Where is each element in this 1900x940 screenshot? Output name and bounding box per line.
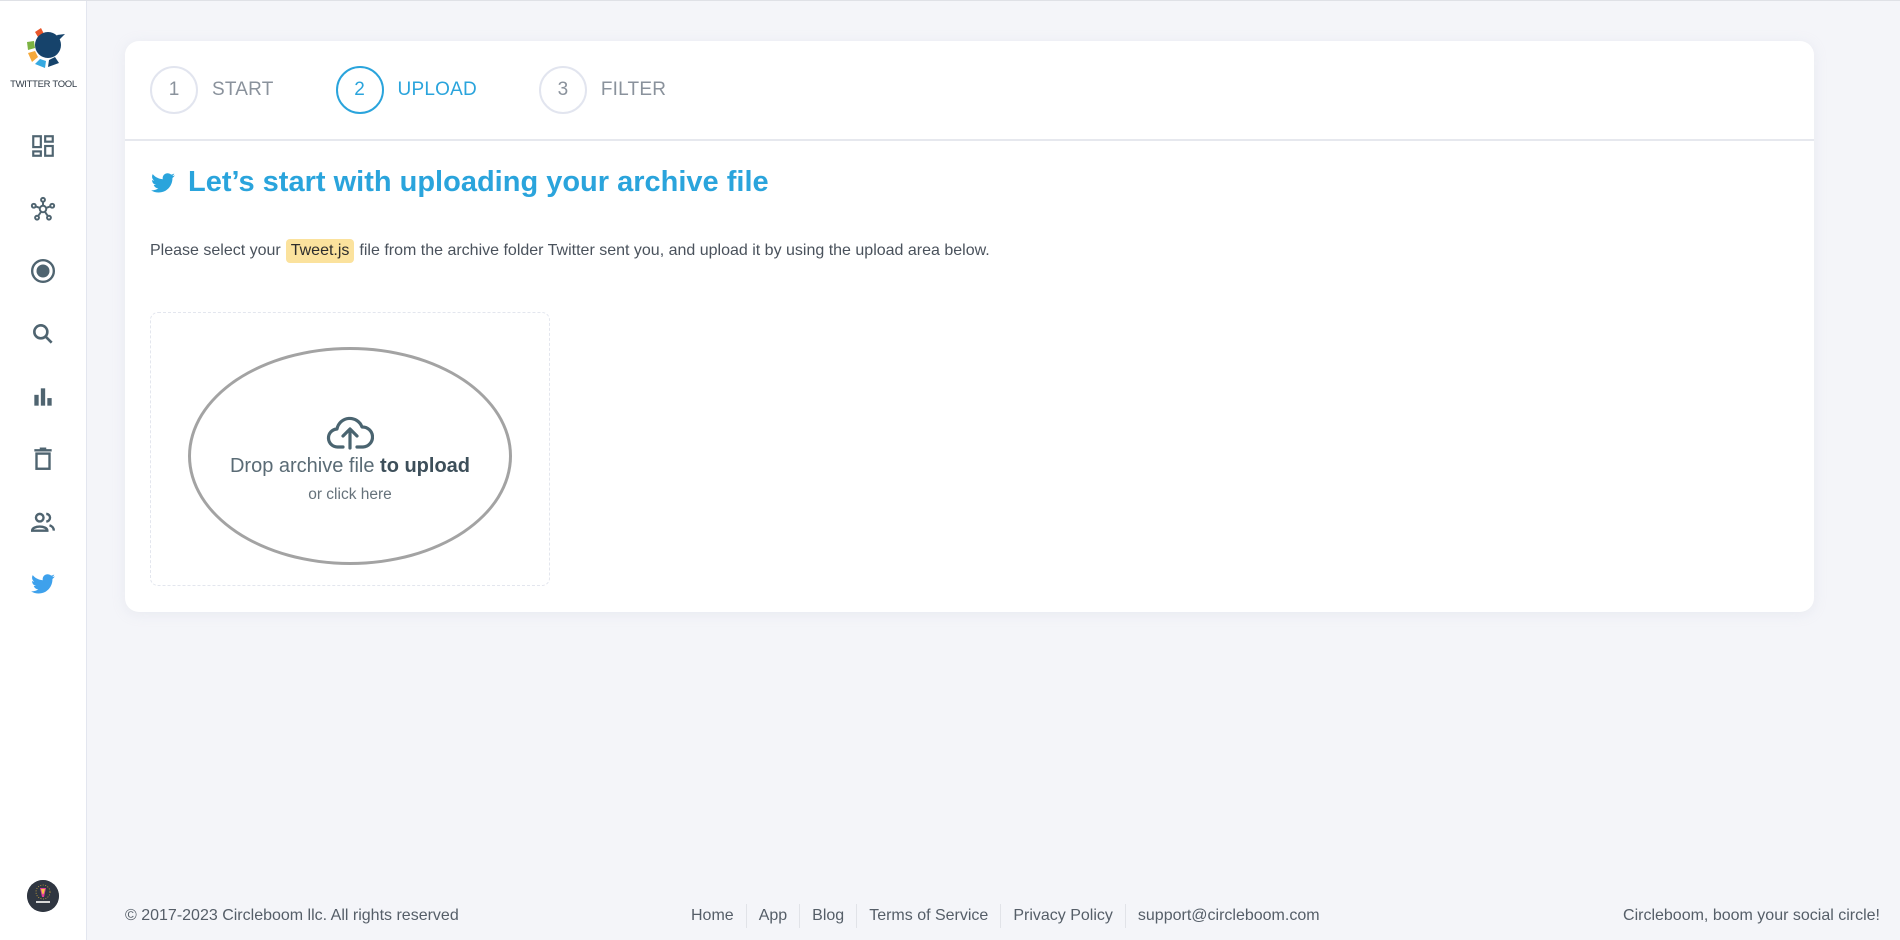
logo[interactable]: TWITTER TOOL <box>0 23 87 90</box>
step-number: 3 <box>538 66 587 114</box>
sidebar-item-network[interactable] <box>27 193 59 225</box>
bar-chart-icon <box>34 388 52 406</box>
footer-links: Home App Blog Terms of Service Privacy P… <box>691 904 1332 928</box>
footer: © 2017-2023 Circleboom llc. All rights r… <box>125 904 1880 928</box>
record-circle-icon <box>30 258 56 284</box>
step-label: START <box>212 79 274 100</box>
upload-card: 1 START 2 UPLOAD 3 FILTER Let’s start wi… <box>125 41 1814 612</box>
step-start[interactable]: 1 START <box>150 66 274 114</box>
sidebar-item-analytics[interactable] <box>27 381 59 413</box>
page-heading: Let’s start with uploading your archive … <box>150 166 769 199</box>
sidebar-item-dashboard[interactable] <box>27 130 59 162</box>
step-label: FILTER <box>600 79 667 100</box>
step-upload[interactable]: 2 UPLOAD <box>335 66 477 114</box>
dashboard-icon <box>32 135 54 157</box>
footer-link-app[interactable]: App <box>747 904 801 928</box>
sidebar-item-delete[interactable] <box>27 443 59 475</box>
avatar-image-icon <box>27 880 59 912</box>
sidebar-item-record[interactable] <box>27 255 59 287</box>
sidebar-item-twitter[interactable] <box>27 568 59 600</box>
filename-highlight: Tweet.js <box>285 239 355 263</box>
footer-link-terms[interactable]: Terms of Service <box>857 904 1002 928</box>
footer-link-home[interactable]: Home <box>691 904 747 928</box>
dropzone-subtext: or click here <box>308 485 392 503</box>
cloud-upload-icon <box>326 416 374 450</box>
step-filter[interactable]: 3 FILTER <box>538 66 667 114</box>
sidebar: TWITTER TOOL <box>0 1 87 940</box>
dropzone-text-normal: Drop archive file <box>229 454 381 477</box>
step-label: UPLOAD <box>397 79 477 100</box>
sidebar-item-search[interactable] <box>27 318 59 350</box>
circleboom-logo-icon <box>26 28 65 68</box>
instructions: Please select your Tweet.js file from th… <box>150 239 990 263</box>
twitter-icon <box>31 574 55 594</box>
page-title: Let’s start with uploading your archive … <box>188 166 769 198</box>
user-avatar[interactable] <box>27 880 59 912</box>
users-icon <box>30 512 56 532</box>
sidebar-item-users[interactable] <box>27 506 59 538</box>
footer-link-support-email[interactable]: support@circleboom.com <box>1126 904 1332 928</box>
instructions-before: Please select your <box>150 242 281 259</box>
search-icon <box>33 324 53 344</box>
tagline: Circleboom, boom your social circle! <box>1623 907 1880 924</box>
step-number: 2 <box>335 66 384 114</box>
stepper: 1 START 2 UPLOAD 3 FILTER <box>125 41 1814 141</box>
dropzone-text: Drop archive file to upload <box>230 455 470 478</box>
dropzone-text-bold: to upload <box>380 454 471 477</box>
network-icon <box>30 196 56 221</box>
footer-link-privacy[interactable]: Privacy Policy <box>1001 904 1126 928</box>
file-dropzone[interactable]: Drop archive file to upload or click her… <box>150 312 550 586</box>
twitter-icon <box>151 172 175 193</box>
footer-link-blog[interactable]: Blog <box>800 904 858 928</box>
instructions-after: file from the archive folder Twitter sen… <box>359 242 990 259</box>
step-number: 1 <box>150 66 198 114</box>
copyright: © 2017-2023 Circleboom llc. All rights r… <box>125 907 459 924</box>
logo-text: TWITTER TOOL <box>10 79 77 90</box>
dropzone-target[interactable]: Drop archive file to upload or click her… <box>188 347 512 565</box>
trash-icon <box>34 447 52 470</box>
